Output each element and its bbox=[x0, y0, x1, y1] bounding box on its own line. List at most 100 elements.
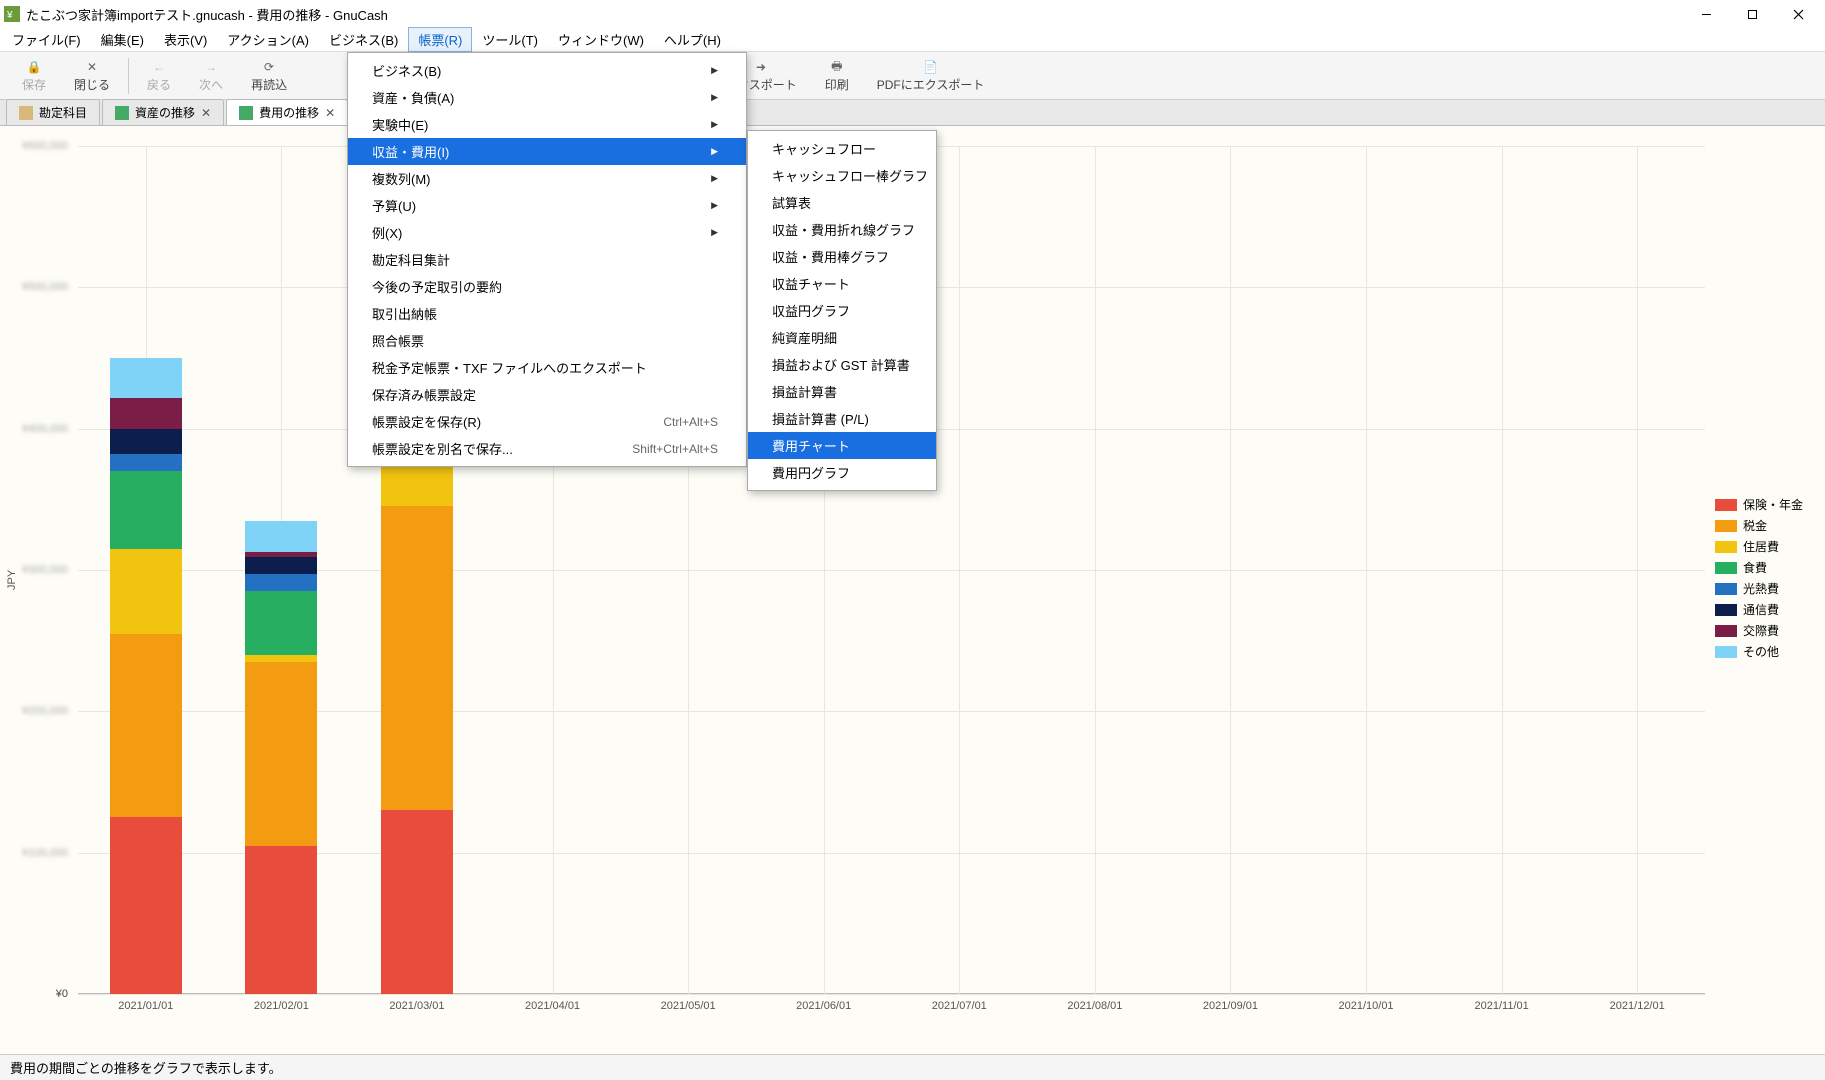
toolbar: 🔒保存 ✕閉じる ←戻る →次へ ⟳再読込 ➜エクスポート 🖶印刷 📄PDFにエ… bbox=[0, 52, 1825, 100]
bar-segment bbox=[110, 358, 182, 398]
tool-close[interactable]: ✕閉じる bbox=[60, 56, 124, 95]
bar-segment bbox=[110, 454, 182, 471]
legend-item[interactable]: 食費 bbox=[1715, 559, 1819, 576]
menu-item[interactable]: 取引出納帳 bbox=[348, 300, 746, 327]
tool-reload[interactable]: ⟳再読込 bbox=[237, 56, 301, 95]
tool-print[interactable]: 🖶印刷 bbox=[811, 56, 863, 95]
window-controls bbox=[1683, 0, 1821, 28]
y-tick-label: ¥300,000 bbox=[22, 564, 68, 576]
legend-swatch bbox=[1715, 520, 1737, 532]
tab-expenses-trend[interactable]: 費用の推移 ✕ bbox=[226, 99, 348, 125]
menu-action[interactable]: アクション(A) bbox=[217, 27, 319, 52]
menu-edit[interactable]: 編集(E) bbox=[91, 27, 154, 52]
legend-item[interactable]: 住居費 bbox=[1715, 538, 1819, 555]
menu-help[interactable]: ヘルプ(H) bbox=[654, 27, 731, 52]
legend-swatch bbox=[1715, 541, 1737, 553]
menu-item[interactable]: 収益チャート bbox=[748, 270, 936, 297]
menu-item[interactable]: 勘定科目集計 bbox=[348, 246, 746, 273]
maximize-button[interactable] bbox=[1729, 0, 1775, 28]
tool-save[interactable]: 🔒保存 bbox=[8, 56, 60, 95]
x-tick-label: 2021/04/01 bbox=[525, 1000, 580, 1012]
bar-segment bbox=[245, 557, 317, 574]
chart-icon bbox=[115, 106, 129, 120]
x-tick-label: 2021/10/01 bbox=[1339, 1000, 1394, 1012]
legend-item[interactable]: その他 bbox=[1715, 643, 1819, 660]
y-tick-label: ¥500,000 bbox=[22, 281, 68, 293]
income-expense-submenu: キャッシュフローキャッシュフロー棒グラフ試算表収益・費用折れ線グラフ収益・費用棒… bbox=[747, 130, 937, 491]
accounts-icon bbox=[19, 106, 33, 120]
tab-close-icon[interactable]: ✕ bbox=[201, 106, 211, 120]
menu-item[interactable]: 損益計算書 (P/L) bbox=[748, 405, 936, 432]
menu-item[interactable]: キャッシュフロー bbox=[748, 135, 936, 162]
menu-item[interactable]: 費用チャート bbox=[748, 432, 936, 459]
menu-file[interactable]: ファイル(F) bbox=[2, 27, 91, 52]
menu-item[interactable]: キャッシュフロー棒グラフ bbox=[748, 162, 936, 189]
tool-forward[interactable]: →次へ bbox=[185, 56, 237, 95]
legend-swatch bbox=[1715, 646, 1737, 658]
bar-segment bbox=[245, 574, 317, 591]
menu-view[interactable]: 表示(V) bbox=[154, 27, 217, 52]
menu-item[interactable]: 複数列(M) bbox=[348, 165, 746, 192]
legend-item[interactable]: 保険・年金 bbox=[1715, 496, 1819, 513]
menu-item[interactable]: 税金予定帳票・TXF ファイルへのエクスポート bbox=[348, 354, 746, 381]
menu-item[interactable]: 照合帳票 bbox=[348, 327, 746, 354]
menu-item[interactable]: 実験中(E) bbox=[348, 111, 746, 138]
statusbar: 費用の期間ごとの推移をグラフで表示します。 bbox=[0, 1054, 1825, 1080]
y-tick-label: ¥200,000 bbox=[22, 705, 68, 717]
menu-item[interactable]: 試算表 bbox=[748, 189, 936, 216]
menu-item[interactable]: 純資産明細 bbox=[748, 324, 936, 351]
menu-business[interactable]: ビジネス(B) bbox=[319, 27, 408, 52]
minimize-button[interactable] bbox=[1683, 0, 1729, 28]
x-tick-label: 2021/01/01 bbox=[118, 1000, 173, 1012]
legend-swatch bbox=[1715, 583, 1737, 595]
legend-swatch bbox=[1715, 625, 1737, 637]
window-title: たこぶつ家計簿importテスト.gnucash - 費用の推移 - GnuCa… bbox=[26, 5, 1683, 24]
menu-tools[interactable]: ツール(T) bbox=[472, 27, 548, 52]
titlebar: ¥ たこぶつ家計簿importテスト.gnucash - 費用の推移 - Gnu… bbox=[0, 0, 1825, 28]
legend-item[interactable]: 税金 bbox=[1715, 517, 1819, 534]
menu-item[interactable]: 収益・費用棒グラフ bbox=[748, 243, 936, 270]
menu-item[interactable]: 損益計算書 bbox=[748, 378, 936, 405]
menu-item[interactable]: 今後の予定取引の要約 bbox=[348, 273, 746, 300]
tab-accounts[interactable]: 勘定科目 bbox=[6, 99, 100, 125]
menu-item[interactable]: 収益・費用(I) bbox=[348, 138, 746, 165]
menu-item[interactable]: 資産・負債(A) bbox=[348, 84, 746, 111]
x-tick-label: 2021/08/01 bbox=[1067, 1000, 1122, 1012]
menu-item[interactable]: 予算(U) bbox=[348, 192, 746, 219]
menu-item[interactable]: 収益円グラフ bbox=[748, 297, 936, 324]
menu-item[interactable]: ビジネス(B) bbox=[348, 57, 746, 84]
legend-item[interactable]: 通信費 bbox=[1715, 601, 1819, 618]
menu-window[interactable]: ウィンドウ(W) bbox=[548, 27, 654, 52]
legend: 保険・年金税金住居費食費光熱費通信費交際費その他 bbox=[1715, 496, 1819, 664]
tool-pdf-export[interactable]: 📄PDFにエクスポート bbox=[863, 56, 999, 95]
menu-item[interactable]: 例(X) bbox=[348, 219, 746, 246]
x-tick-label: 2021/12/01 bbox=[1610, 1000, 1665, 1012]
bar-segment bbox=[245, 521, 317, 552]
menu-item[interactable]: 損益および GST 計算書 bbox=[748, 351, 936, 378]
menu-reports[interactable]: 帳票(R) bbox=[408, 27, 472, 52]
legend-label: その他 bbox=[1743, 643, 1779, 660]
menu-item[interactable]: 収益・費用折れ線グラフ bbox=[748, 216, 936, 243]
tab-close-icon[interactable]: ✕ bbox=[325, 106, 335, 120]
x-tick-label: 2021/11/01 bbox=[1475, 1000, 1529, 1012]
bar-segment bbox=[110, 398, 182, 429]
tab-assets-trend[interactable]: 資産の推移 ✕ bbox=[102, 99, 224, 125]
y-tick-label: ¥600,000 bbox=[22, 140, 68, 152]
bar-segment bbox=[110, 634, 182, 818]
svg-text:¥: ¥ bbox=[6, 10, 13, 21]
legend-item[interactable]: 光熱費 bbox=[1715, 580, 1819, 597]
menu-item[interactable]: 帳票設定を保存(R)Ctrl+Alt+S bbox=[348, 408, 746, 435]
legend-item[interactable]: 交際費 bbox=[1715, 622, 1819, 639]
menu-item[interactable]: 保存済み帳票設定 bbox=[348, 381, 746, 408]
toolbar-separator bbox=[128, 58, 129, 94]
app-icon: ¥ bbox=[4, 6, 20, 22]
menu-item[interactable]: 帳票設定を別名で保存...Shift+Ctrl+Alt+S bbox=[348, 435, 746, 462]
bar-column bbox=[245, 521, 317, 994]
x-tick-label: 2021/07/01 bbox=[932, 1000, 987, 1012]
menu-item[interactable]: 費用円グラフ bbox=[748, 459, 936, 486]
tool-back[interactable]: ←戻る bbox=[133, 56, 185, 95]
bar-segment bbox=[245, 662, 317, 846]
close-button[interactable] bbox=[1775, 0, 1821, 28]
menubar: ファイル(F) 編集(E) 表示(V) アクション(A) ビジネス(B) 帳票(… bbox=[0, 28, 1825, 52]
pdf-icon: 📄 bbox=[923, 58, 938, 76]
